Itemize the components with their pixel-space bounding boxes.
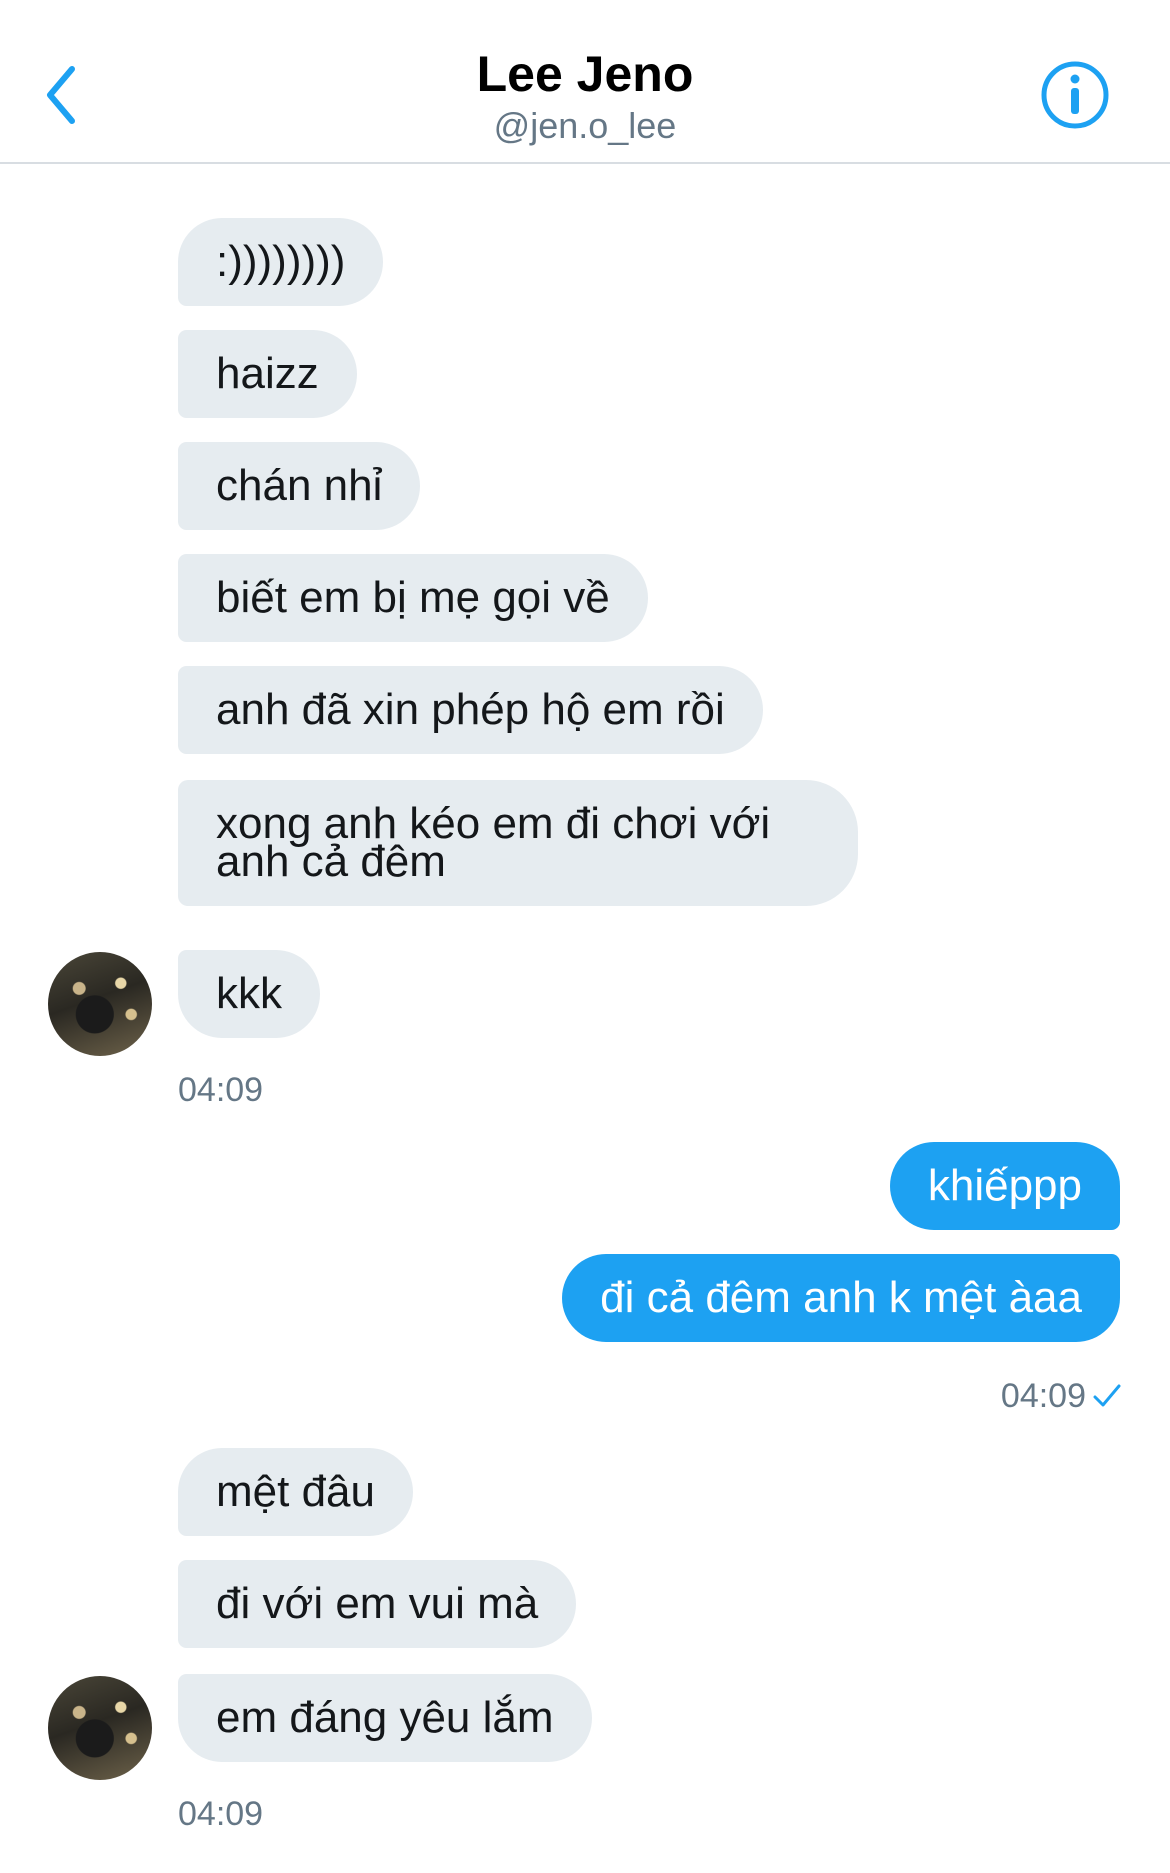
checkmark-icon <box>1093 1384 1121 1407</box>
avatar[interactable] <box>48 952 152 1056</box>
conversation-handle: @jen.o_lee <box>493 105 677 146</box>
message-bubble-outgoing[interactable]: đi cả đêm anh k mệt àaa <box>562 1254 1120 1342</box>
message-bubble-incoming[interactable]: đi với em vui mà <box>178 1560 577 1648</box>
message-bubble-incoming[interactable]: chán nhỉ <box>178 442 421 530</box>
message-bubble-incoming[interactable]: xong anh kéo em đi chơi với anh cả đêm <box>178 780 858 906</box>
message-bubble-incoming[interactable]: biết em bị mẹ gọi về <box>178 554 648 642</box>
message-timestamp: 04:09 <box>1000 1377 1086 1415</box>
info-circle-icon <box>1041 61 1109 129</box>
conversation-title[interactable]: Lee Jeno <box>0 44 1170 104</box>
message-bubble-incoming[interactable]: kkk <box>178 950 320 1038</box>
message-timestamp: 04:09 <box>178 1795 264 1833</box>
message-bubble-incoming[interactable]: anh đã xin phép hộ em rồi <box>178 666 763 754</box>
message-bubble-incoming[interactable]: mệt đâu <box>178 1448 413 1536</box>
message-bubble-outgoing[interactable]: khiếppp <box>889 1142 1120 1230</box>
message-bubble-incoming[interactable]: :)))))))) <box>178 218 384 306</box>
info-button[interactable] <box>1040 60 1110 130</box>
avatar[interactable] <box>48 1676 152 1780</box>
conversation-header: Lee Jeno @jen.o_lee <box>0 0 1170 164</box>
message-timestamp: 04:09 <box>178 1071 264 1109</box>
message-bubble-incoming[interactable]: em đáng yêu lắm <box>178 1674 592 1762</box>
message-bubble-incoming[interactable]: haizz <box>178 330 357 418</box>
